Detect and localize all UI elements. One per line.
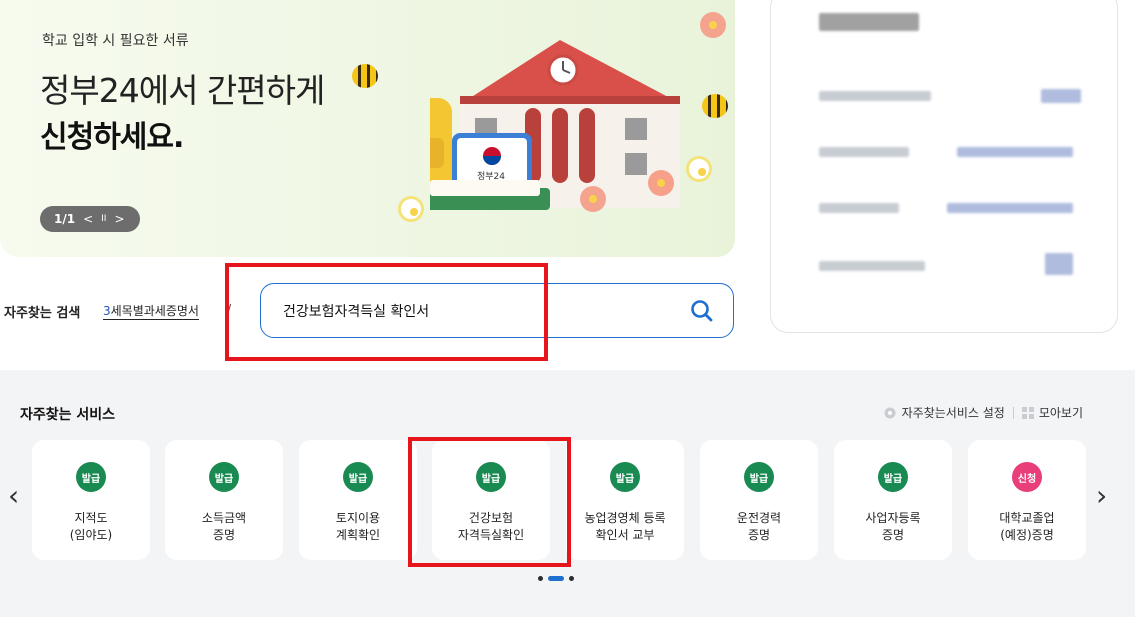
issue-badge: 발급	[610, 462, 640, 492]
settings-label: 자주찾는서비스 설정	[901, 406, 1005, 420]
flower-icon	[648, 170, 674, 196]
blurred-text	[819, 147, 909, 157]
service-label: 토지이용 계획확인	[335, 511, 381, 542]
banner-headline-bold: 신청하세요.	[40, 120, 184, 155]
banner-pager-control: 1/1 < II >	[40, 206, 140, 232]
carousel-indicator	[538, 576, 574, 581]
issue-badge: 발급	[744, 462, 774, 492]
banner-pager-count: 1/1	[54, 212, 76, 226]
flower-icon	[580, 186, 606, 212]
flower-icon	[398, 196, 424, 222]
blurred-text	[819, 261, 925, 271]
service-highlight-box	[408, 437, 571, 567]
blurred-text	[819, 91, 931, 101]
service-label: 지적도 (임야도)	[69, 511, 113, 542]
service-card-business-registration[interactable]: 발급 사업자등록 증명	[834, 440, 952, 560]
blurred-text	[947, 203, 1073, 213]
service-card-income-certificate[interactable]: 발급 소득금액 증명	[165, 440, 283, 560]
service-label: 사업자등록 증명	[865, 511, 921, 542]
carousel-prev-arrow[interactable]: ‹	[8, 482, 19, 510]
services-settings-link[interactable]: 자주찾는서비스 설정	[883, 404, 1005, 421]
emblem-label: 정부24	[477, 172, 506, 182]
banner-prev-button[interactable]: <	[83, 212, 93, 226]
flower-icon	[686, 156, 712, 182]
flower-icon	[700, 12, 726, 38]
grid-icon	[1021, 406, 1034, 419]
services-links: 자주찾는서비스 설정 모아보기	[883, 404, 1083, 421]
search-icon[interactable]	[689, 298, 715, 324]
frequent-search-keyword[interactable]: 3세목별과세증명서	[103, 302, 199, 320]
carousel-dot[interactable]	[538, 576, 543, 581]
service-label: 대학교졸업 (예정)증명	[999, 511, 1055, 542]
keyword-rank: 3	[103, 304, 111, 318]
hero-banner[interactable]: 학교 입학 시 필요한 서류 정부24에서 간편하게 신청하세요. 1/1 < …	[0, 0, 735, 257]
blurred-text	[1045, 253, 1073, 275]
service-label: 농업경영체 등록 확인서 교부	[584, 511, 666, 542]
bee-icon	[702, 94, 728, 118]
service-card-driving-record[interactable]: 발급 운전경력 증명	[700, 440, 818, 560]
blurred-text	[957, 147, 1073, 157]
blurred-text	[819, 203, 899, 213]
service-card-cadastral-map[interactable]: 발급 지적도 (임야도)	[32, 440, 150, 560]
service-card-graduation-certificate[interactable]: 신청 대학교졸업 (예정)증명	[968, 440, 1086, 560]
bee-icon	[352, 64, 378, 88]
keyword-text: 세목별과세증명서	[110, 304, 199, 318]
issue-badge: 발급	[209, 462, 239, 492]
issue-badge: 발급	[76, 462, 106, 492]
banner-subtitle: 학교 입학 시 필요한 서류	[42, 33, 189, 49]
banner-headline: 정부24에서 간편하게	[40, 71, 325, 110]
issue-badge: 발급	[343, 462, 373, 492]
carousel-next-arrow[interactable]: ›	[1096, 482, 1107, 510]
apply-badge: 신청	[1012, 462, 1042, 492]
user-info-card	[770, 0, 1118, 333]
carousel-dot-active[interactable]	[548, 576, 564, 581]
divider	[1012, 406, 1014, 419]
banner-next-button[interactable]: >	[114, 212, 124, 226]
section-title: 자주찾는 서비스	[20, 407, 116, 423]
banner-pause-button[interactable]: II	[101, 214, 106, 224]
service-label: 소득금액 증명	[201, 511, 247, 542]
service-card-farm-registration[interactable]: 발급 농업경영체 등록 확인서 교부	[566, 440, 684, 560]
view-all-label: 모아보기	[1038, 406, 1083, 420]
blurred-text	[1041, 89, 1081, 103]
service-label: 운전경력 증명	[736, 511, 782, 542]
blurred-text	[819, 13, 919, 31]
issue-badge: 발급	[878, 462, 908, 492]
frequent-search-label: 자주찾는 검색	[4, 306, 81, 321]
carousel-dot[interactable]	[569, 576, 574, 581]
view-all-link[interactable]: 모아보기	[1021, 404, 1083, 421]
search-highlight-box	[225, 263, 548, 361]
service-card-land-use-plan[interactable]: 발급 토지이용 계획확인	[299, 440, 417, 560]
gear-icon	[884, 407, 896, 418]
